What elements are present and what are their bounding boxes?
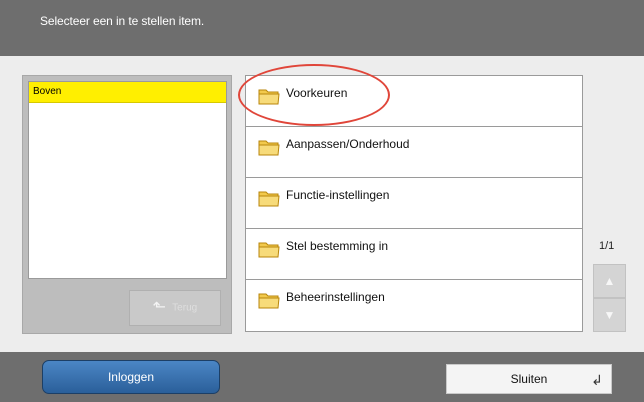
item-label: Beheerinstellingen [286,290,385,304]
back-button[interactable]: ⬑ Terug [129,290,221,326]
item-label: Stel bestemming in [286,239,389,253]
list-item[interactable]: Aanpassen/Onderhoud [246,127,582,178]
header-bar: Selecteer een in te stellen item. [0,0,644,56]
item-label: Functie-instellingen [286,188,390,202]
scroll-down-button[interactable]: ▼ [593,298,626,332]
page-title: Selecteer een in te stellen item. [40,14,205,28]
list-item[interactable]: Beheerinstellingen [246,280,582,331]
list-item[interactable]: Functie-instellingen [246,178,582,229]
back-arrow-icon: ⬑ [152,299,167,316]
folder-icon [258,293,280,309]
page-indicator: 1/1 [599,240,615,252]
folder-icon [258,191,280,207]
close-button[interactable]: Sluiten ↲ [446,364,612,394]
back-button-label: Terug [172,302,198,314]
login-button[interactable]: Inloggen [42,360,220,394]
hierarchy-item-selected[interactable]: Boven [29,82,226,103]
left-panel: Boven ⬑ Terug [22,75,232,334]
item-label: Aanpassen/Onderhoud [286,137,410,151]
highlight-circle-annotation [238,64,390,126]
hierarchy-list: Boven [28,81,227,279]
triangle-down-icon: ▼ [603,308,616,322]
return-arrow-icon: ↲ [591,372,603,388]
list-item[interactable]: Stel bestemming in [246,229,582,280]
scroll-up-button[interactable]: ▲ [593,264,626,298]
folder-icon [258,140,280,156]
folder-icon [258,242,280,258]
close-button-label: Sluiten [510,372,548,386]
triangle-up-icon: ▲ [603,274,616,288]
